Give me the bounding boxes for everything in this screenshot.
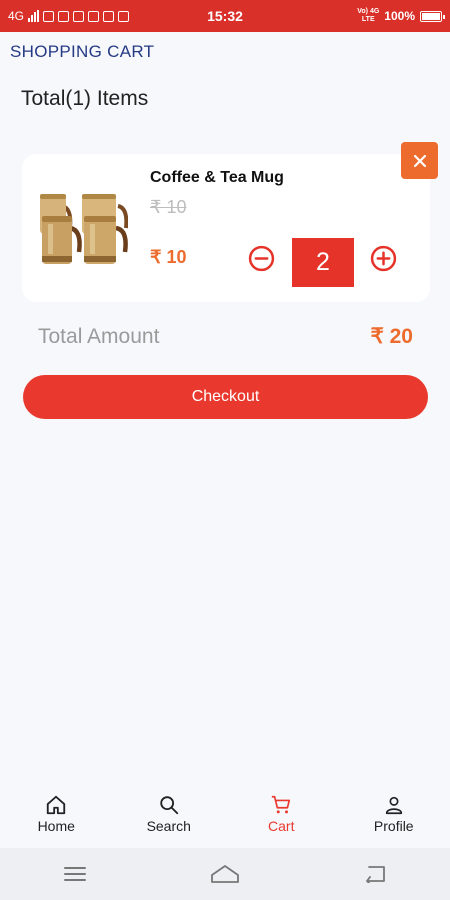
usb-icon — [43, 10, 55, 22]
page-title: SHOPPING CART — [10, 42, 155, 61]
browser-icon — [88, 10, 100, 22]
cart-icon — [272, 795, 291, 814]
nav-label-home: Home — [37, 818, 75, 834]
increase-quantity-button[interactable] — [370, 245, 397, 272]
nav-label-search: Search — [146, 818, 191, 834]
quantity-value: 2 — [292, 238, 354, 287]
cart-items-count: Total(1) Items — [21, 87, 149, 110]
product-image — [40, 194, 128, 264]
total-amount-label: Total Amount — [38, 325, 160, 348]
original-price: ₹ 10 — [150, 197, 187, 217]
nav-item-cart[interactable]: Cart — [225, 778, 338, 848]
menu-icon — [64, 867, 86, 881]
back-button[interactable] — [355, 854, 395, 894]
total-amount-value: ₹ 20 — [370, 325, 413, 348]
remove-item-button[interactable] — [401, 142, 438, 179]
network-type: 4G — [8, 9, 25, 23]
status-left-icons: 4G — [8, 9, 188, 23]
signal-icon — [28, 10, 40, 22]
bottom-nav: Home Search Cart Profile — [0, 778, 450, 848]
file-icon — [118, 10, 130, 22]
nav-item-search[interactable]: Search — [113, 778, 226, 848]
volte-label: Vo) 4G — [357, 8, 380, 15]
nav-item-profile[interactable]: Profile — [338, 778, 450, 848]
home-outline-icon — [211, 865, 239, 883]
close-icon — [413, 154, 426, 167]
checkout-button[interactable]: Checkout — [23, 375, 428, 419]
nav-label-cart: Cart — [268, 818, 295, 834]
mail-icon — [103, 10, 115, 22]
nav-item-home[interactable]: Home — [0, 778, 113, 848]
status-right-icons: Vo) 4G LTE 100% — [357, 8, 445, 24]
search-icon — [160, 796, 178, 815]
profile-icon — [385, 796, 402, 815]
sale-price: ₹ 10 — [150, 247, 187, 267]
battery-percent: 100% — [384, 9, 415, 23]
status-bar: 4G 15:32 Vo) 4G LTE 100% — [0, 0, 450, 32]
menu-button[interactable] — [55, 854, 95, 894]
notification-app-icon — [58, 10, 70, 22]
home-system-button[interactable] — [205, 854, 245, 894]
battery-icon — [420, 10, 445, 22]
decrease-quantity-button[interactable] — [248, 245, 275, 272]
home-icon — [47, 795, 66, 815]
product-name: Coffee & Tea Mug — [150, 169, 284, 186]
nav-label-profile: Profile — [373, 818, 414, 834]
lte-label: LTE — [361, 16, 375, 23]
system-nav-bar — [0, 848, 450, 900]
back-icon — [366, 866, 385, 883]
youtube-icon — [73, 10, 85, 22]
volte-lte-indicator: Vo) 4G LTE — [357, 8, 379, 24]
